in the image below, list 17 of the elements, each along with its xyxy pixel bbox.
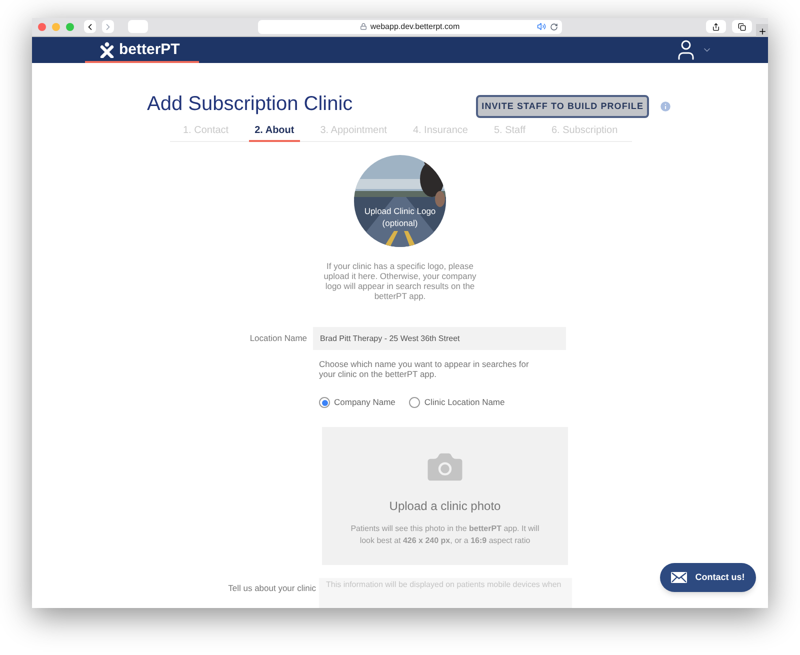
logo-upload[interactable]: Upload Clinic Logo (optional) [354,155,446,248]
name-option-radio[interactable]: Clinic Location Name [409,396,505,409]
location-help-text: Choose which name you want to appear in searches for your clinic on the betterPT app. [319,359,529,380]
photo-upload-title: Upload a clinic photo [389,498,501,515]
field-label: Tell us about your clinic [227,582,317,595]
name-option-radio[interactable]: Company Name [319,396,396,409]
invite-staff-button[interactable]: INVITE STAFF TO BUILD PROFILE [476,95,650,118]
step-tab[interactable]: 2. About [248,120,300,142]
photo-upload-area[interactable]: Upload a clinic photo Patients will see this photo in the betterPT app. It will look best at 426 x 240 px, or a 16:9 aspect ratio [322,427,568,565]
location-name-field[interactable]: Brad Pitt Therapy - 25 West 36th Street [313,327,566,350]
field-label: Location Name [248,332,308,346]
address-bar[interactable]: webapp.dev.betterpt.com [258,20,562,34]
page-title: Add Subscription Clinic [147,92,353,118]
photo-help-text: Patients will see this photo in the betterPT app. It will look best at 426 x 240 px, or a 16:9 aspect ratio [350,523,540,547]
logo-help-text: If your clinic has a specific logo, please upload it here. Otherwise, your company logo will appear in search results on the betterPT app. [322,261,478,302]
brand-name[interactable]: betterPT [119,38,180,62]
contact-us-button[interactable]: Contact us! [660,563,756,592]
